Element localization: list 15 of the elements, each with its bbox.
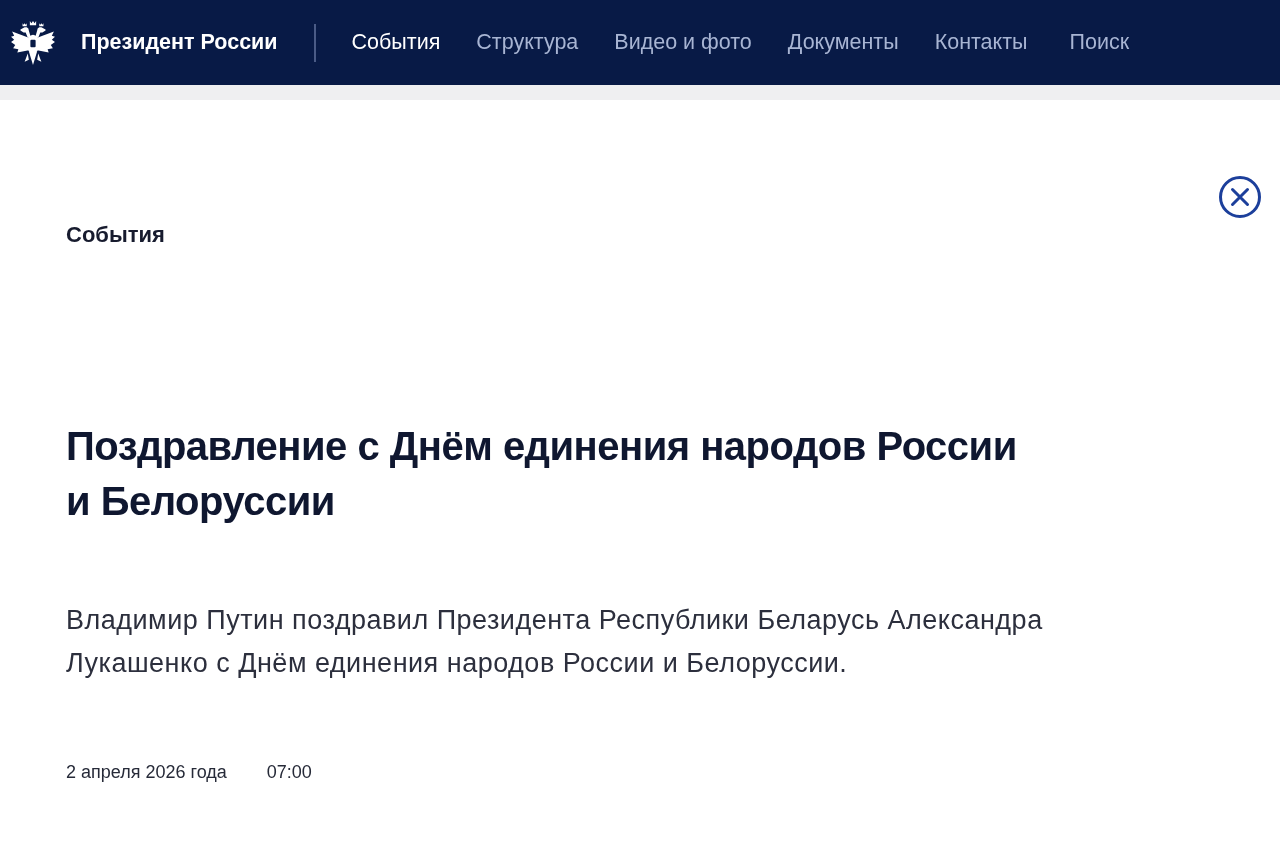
article-lead: Владимир Путин поздравил Президента Республики Беларусь Александра Лукашенко с Днём единения народов России и Белоруссии. xyxy=(66,604,1044,680)
nav-link[interactable]: Видео и фото xyxy=(614,30,752,55)
nav-link[interactable]: Документы xyxy=(787,30,899,55)
publish-time: 07:00 xyxy=(266,762,312,783)
close-button[interactable] xyxy=(1219,176,1261,218)
double-headed-eagle-icon[interactable] xyxy=(10,19,56,66)
nav-link[interactable]: События xyxy=(351,30,441,55)
nav-link[interactable]: Структура xyxy=(476,30,579,55)
publish-date: 2 апреля 2026 года xyxy=(66,762,227,783)
close-icon xyxy=(1219,176,1261,218)
search-link[interactable]: Поиск xyxy=(1069,30,1130,55)
nav-link[interactable]: Контакты xyxy=(934,30,1028,55)
section-link[interactable]: События xyxy=(66,222,165,248)
site-title-link[interactable]: Президент России xyxy=(81,30,278,55)
article-title: Поздравление с Днём единения народов России и Белоруссии xyxy=(66,423,1018,525)
